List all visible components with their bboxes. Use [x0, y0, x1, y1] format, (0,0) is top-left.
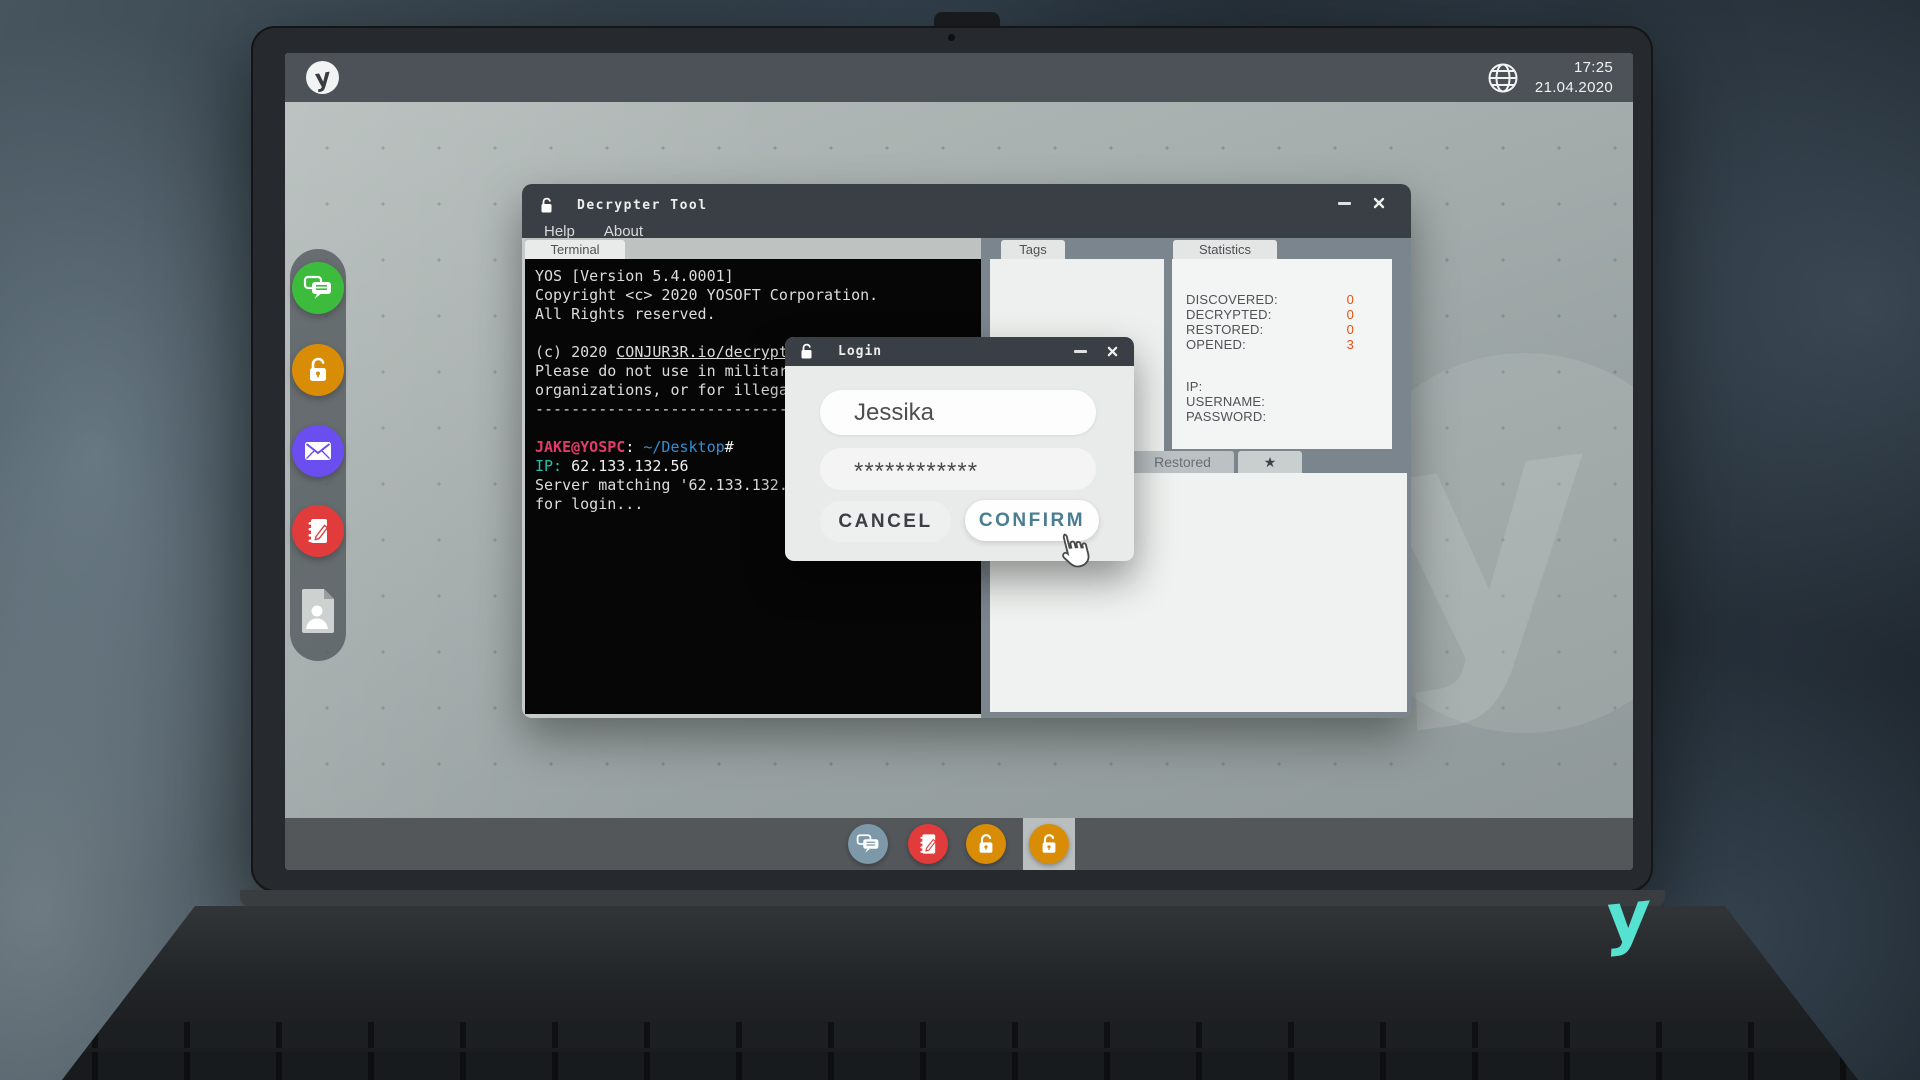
taskbar: [285, 818, 1633, 870]
system-topbar: y 17:25 21.04.2020: [285, 53, 1633, 102]
keyboard-row: [0, 1052, 1920, 1080]
notepad-icon: [915, 830, 941, 858]
terminal-line: Copyright <c> 2020 YOSOFT Corporation.: [535, 286, 981, 305]
yos-brand-logo: y: [1604, 881, 1652, 954]
terminal-text: #: [725, 438, 734, 456]
yos-logo-letter: y: [314, 64, 331, 91]
statistics-details: IP:USERNAME:PASSWORD:: [1186, 379, 1392, 424]
notepad-icon: [305, 517, 331, 545]
chat-icon: [853, 831, 883, 857]
clock: 17:25 21.04.2020: [1535, 58, 1613, 97]
menu-about[interactable]: About: [604, 223, 643, 240]
terminal-text: for login...: [535, 495, 643, 513]
cancel-button[interactable]: CANCEL: [820, 501, 951, 542]
stat-detail-label: IP:: [1186, 379, 1392, 394]
minimize-icon[interactable]: [1074, 350, 1087, 353]
tab-terminal[interactable]: Terminal: [525, 240, 625, 259]
taskbar-item-login[interactable]: [1029, 824, 1069, 864]
mail-icon: [303, 439, 333, 463]
webcam-dot: [948, 34, 955, 41]
dock-item-notes[interactable]: [292, 505, 344, 557]
unlocked-padlock-icon: [973, 830, 999, 858]
terminal-text: Please do not use in military: [535, 362, 797, 380]
close-icon[interactable]: [1373, 197, 1385, 209]
taskbar-item-chat[interactable]: [848, 824, 888, 864]
stat-value: 0: [1347, 292, 1354, 307]
username-value: Jessika: [854, 399, 934, 427]
minimize-icon[interactable]: [1338, 202, 1351, 205]
login-titlebar[interactable]: Login: [785, 337, 1134, 366]
star-icon: ★: [1264, 454, 1277, 471]
statistics-counters: DISCOVERED:0DECRYPTED:0RESTORED:0OPENED:…: [1186, 292, 1392, 352]
stat-value: 0: [1347, 322, 1354, 337]
clock-time: 17:25: [1535, 58, 1613, 78]
terminal-text: (c) 2020: [535, 343, 616, 361]
terminal-text: All Rights reserved.: [535, 305, 716, 323]
unlocked-padlock-icon: [305, 356, 331, 384]
stat-row: OPENED:3: [1186, 337, 1392, 352]
decrypter-titlebar[interactable]: Decrypter Tool Help About: [522, 184, 1411, 238]
terminal-text: IP:: [535, 457, 571, 475]
terminal-text: organizations, or for illegal: [535, 381, 797, 399]
tab-statistics[interactable]: Statistics: [1173, 240, 1277, 259]
stat-row: RESTORED:0: [1186, 322, 1392, 337]
stat-value: 3: [1347, 337, 1354, 352]
laptop-hinge: [240, 890, 1665, 908]
username-field[interactable]: Jessika: [820, 390, 1096, 435]
statistics-panel: DISCOVERED:0DECRYPTED:0RESTORED:0OPENED:…: [1172, 259, 1392, 449]
terminal-text: Copyright <c> 2020 YOSOFT Corporation.: [535, 286, 878, 304]
terminal-link[interactable]: CONJUR3R.io/decrypter: [616, 343, 806, 361]
tab-favorites[interactable]: ★: [1238, 451, 1302, 473]
terminal-text: YOS [Version 5.4.0001]: [535, 267, 734, 285]
stat-value: 0: [1347, 307, 1354, 322]
taskbar-item-notes[interactable]: [908, 824, 948, 864]
keyboard-row: [0, 1022, 1920, 1048]
stat-detail-label: PASSWORD:: [1186, 409, 1392, 424]
dock-item-contacts[interactable]: [292, 585, 344, 637]
terminal-text: Server matching '62.133.132.56': [535, 476, 815, 494]
close-icon[interactable]: [1107, 346, 1118, 357]
terminal-text: ~/Desktop: [643, 438, 724, 456]
unlocked-padlock-icon: [799, 343, 814, 360]
stat-row: DISCOVERED:0: [1186, 292, 1392, 307]
network-globe-icon[interactable]: [1486, 61, 1520, 95]
password-field[interactable]: ************: [820, 448, 1096, 490]
unlocked-padlock-icon: [1036, 830, 1062, 858]
password-masked-value: ************: [854, 458, 978, 485]
menu-help[interactable]: Help: [544, 223, 575, 240]
yos-menu-button[interactable]: y: [306, 61, 339, 94]
unlocked-padlock-icon: [539, 197, 554, 214]
clock-date: 21.04.2020: [1535, 78, 1613, 98]
scene: y y 17:25 21.04.2020: [0, 0, 1920, 1080]
dock-item-chat[interactable]: [292, 262, 344, 314]
stat-label: OPENED:: [1186, 337, 1347, 352]
terminal-line: All Rights reserved.: [535, 305, 981, 324]
stat-label: DECRYPTED:: [1186, 307, 1347, 322]
tab-tags[interactable]: Tags: [1001, 240, 1065, 259]
terminal-text: 62.133.132.56: [571, 457, 688, 475]
chat-icon: [303, 275, 333, 301]
terminal-text: JAKE@YOSPC: [535, 438, 625, 456]
stat-detail-label: USERNAME:: [1186, 394, 1392, 409]
dock-item-mail[interactable]: [292, 425, 344, 477]
dock-item-decrypter[interactable]: [292, 344, 344, 396]
taskbar-item-decrypter[interactable]: [966, 824, 1006, 864]
terminal-text: :: [625, 438, 643, 456]
laptop-screen: y y 17:25 21.04.2020: [285, 53, 1633, 870]
dialog-title: Login: [838, 344, 882, 359]
stat-label: RESTORED:: [1186, 322, 1347, 337]
app-dock: [290, 249, 346, 661]
window-title: Decrypter Tool: [577, 198, 708, 213]
tab-restored[interactable]: Restored: [1131, 451, 1234, 473]
stat-label: DISCOVERED:: [1186, 292, 1347, 307]
terminal-line: YOS [Version 5.4.0001]: [535, 267, 981, 286]
contact-file-icon: [298, 587, 338, 635]
laptop-bezel: y y 17:25 21.04.2020: [251, 26, 1653, 892]
stat-row: DECRYPTED:0: [1186, 307, 1392, 322]
